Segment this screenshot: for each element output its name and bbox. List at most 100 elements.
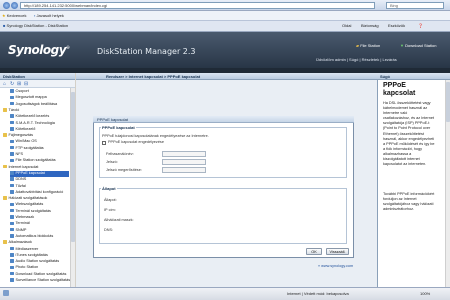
synology-website-link[interactable]: » www.synology.com — [318, 264, 353, 268]
tree-item[interactable]: SNMP — [10, 228, 69, 234]
tree-folder[interactable]: Tároló — [3, 108, 69, 114]
ip-label: IP cím: — [104, 208, 116, 212]
user-links[interactable]: Üdvözlöm admin | Súgó | Részletek | Lezá… — [316, 57, 397, 62]
tree-folder[interactable]: Internet kapcsolat — [3, 165, 69, 171]
tree-item-label: Internet kapcsolat — [8, 164, 39, 169]
reset-button[interactable]: Visszaáll. — [326, 248, 349, 255]
tree-item[interactable]: NFS — [10, 152, 69, 158]
dns-label: DNS: — [104, 228, 114, 232]
status-bar — [0, 287, 450, 300]
tree-item[interactable]: Webmaszk — [10, 215, 69, 221]
tree-item[interactable]: Jogosultságok beállítása — [10, 102, 69, 108]
tree-item-label: Hálózati szolgáltatások — [8, 196, 48, 201]
tree-item[interactable]: PPPoE kapcsolat — [10, 170, 69, 177]
tree-item-label: Webszolgáltatás — [15, 202, 44, 207]
help-menu-icon[interactable]: ❓ — [418, 22, 423, 30]
settings-page-icon — [10, 265, 14, 270]
settings-page-icon — [10, 127, 14, 131]
zoom-level[interactable]: 100% — [420, 291, 430, 296]
tree-item[interactable]: iTunes szolgáltatás — [10, 253, 69, 259]
settings-page-icon — [10, 101, 14, 106]
suggested-sites-label: Javasolt helyek — [36, 13, 64, 18]
tree-item[interactable]: FTP szolgáltatás — [10, 146, 69, 152]
tree-item[interactable]: Win/Mac OS — [10, 139, 69, 145]
favorites-button[interactable]: ★ Kedvencek — [2, 12, 27, 20]
tree-item[interactable]: S.M.A.R.T. Technológia — [10, 121, 69, 127]
subnet-mask-label: Alhálózati maszk: — [104, 218, 134, 222]
tree-item[interactable]: Download Station szolgáltatás — [10, 272, 69, 278]
home-icon[interactable]: ⌂ — [3, 81, 6, 87]
ok-button[interactable]: OK — [306, 248, 322, 255]
refresh-icon[interactable]: ↻ — [10, 81, 14, 87]
tree-folder[interactable]: Hálózati szolgáltatások — [3, 196, 69, 202]
navigation-title: DiskStation — [0, 73, 75, 80]
settings-page-icon — [10, 271, 14, 276]
tree-item[interactable]: Adattovábbítási konfiguráció — [10, 190, 69, 196]
tree-item[interactable]: Photo Station — [10, 265, 69, 271]
favorites-label: Kedvencek — [6, 13, 27, 18]
synology-favicon: ■ — [3, 23, 6, 28]
tree-item[interactable]: Audio Station szolgáltatás — [10, 259, 69, 265]
tree-item-label: Terminál — [15, 221, 30, 226]
settings-page-icon — [10, 234, 14, 238]
tree-item[interactable]: Kötetkezelő — [10, 127, 69, 133]
tree-folder[interactable]: Alkalmazások — [3, 240, 69, 246]
tree-item[interactable]: File Station szolgáltatás — [10, 158, 69, 164]
settings-page-icon — [10, 183, 14, 188]
tree-item[interactable]: DDNS — [10, 177, 69, 183]
tree-folder[interactable]: Fájlmegosztás — [3, 133, 69, 139]
tree-item-label: Terminál szolgáltatás — [15, 208, 51, 213]
folder-icon — [3, 196, 7, 200]
tree-item-label: Fájlmegosztás — [8, 133, 33, 138]
help-scroll-thumb[interactable] — [445, 82, 450, 122]
tree-item[interactable]: Kötetkezelő kezelés — [10, 114, 69, 120]
tree-item[interactable]: Tűzfal — [10, 184, 69, 190]
confirm-password-field[interactable] — [162, 167, 206, 173]
tree-item-label: Audio Station szolgáltatás — [15, 259, 60, 264]
tree-item[interactable]: Terminál — [10, 221, 69, 227]
file-station-link[interactable]: ▰ File Station — [356, 43, 380, 48]
settings-page-icon — [10, 253, 14, 257]
confirm-password-label: Jelszó megerősítése: — [106, 168, 142, 172]
status-zone-text: Internet | Védett mód: bekapcsolva — [287, 291, 349, 296]
folder-icon: ▰ — [356, 43, 360, 48]
tree-item-label: PPPoE kapcsolat — [15, 170, 45, 175]
forward-icon[interactable] — [11, 2, 18, 9]
settings-page-icon — [10, 278, 14, 282]
browser-tab[interactable]: ■ Synology DiskStation - DiskStation — [3, 22, 68, 30]
username-label: Felhasználónév: — [106, 152, 134, 156]
download-station-link[interactable]: ▼ Download Station — [400, 43, 436, 48]
tree-item-label: Tűzfal — [15, 183, 26, 188]
expand-icon[interactable]: ⊞ — [17, 81, 21, 87]
tree-item[interactable]: Webszolgáltatás — [10, 202, 69, 208]
tree-item-label: Kötetkezelő — [15, 126, 36, 131]
url-input[interactable]: http://189.254.141.232:5000/webman/index… — [20, 2, 375, 9]
pppoe-description: PPPoE tulajdonosi kapcsolatának engedély… — [102, 134, 209, 138]
tree-item[interactable]: Automatikus blokkolás — [10, 234, 69, 240]
tree-item-label: Csoport — [15, 89, 29, 93]
suggested-sites-link[interactable]: ▪ Javasolt helyek — [34, 12, 64, 20]
search-input[interactable]: Bing — [386, 2, 444, 9]
settings-page-icon — [10, 158, 14, 163]
settings-page-icon — [10, 89, 14, 93]
tree-item[interactable]: Csoport — [10, 89, 69, 95]
page-menu[interactable]: Oldal — [342, 22, 351, 30]
settings-page-icon — [10, 171, 14, 175]
tree-item-label: DDNS — [15, 177, 27, 182]
download-station-label: Download Station — [405, 43, 437, 48]
collapse-icon[interactable]: ⊟ — [24, 81, 28, 87]
navigation-scroll-thumb[interactable] — [70, 92, 75, 242]
back-icon[interactable] — [3, 2, 10, 9]
tree-item-label: Win/Mac OS — [15, 139, 37, 144]
enable-pppoe-checkbox[interactable] — [102, 140, 106, 145]
username-field[interactable] — [162, 151, 206, 157]
tree-item[interactable]: Megosztott mappa — [10, 95, 69, 101]
password-field[interactable] — [162, 159, 206, 165]
safety-menu[interactable]: Biztonság — [361, 22, 379, 30]
tree-item[interactable]: Terminál szolgáltatás — [10, 209, 69, 215]
file-station-label: File Station — [360, 43, 381, 48]
enable-pppoe-label[interactable]: PPPoE kapcsolat engedélyezése — [108, 140, 164, 144]
tools-menu[interactable]: Eszközök — [388, 22, 405, 30]
tree-item[interactable]: Surveillance Station szolgáltatás — [10, 278, 70, 284]
tree-item[interactable]: Médiaszerver — [10, 247, 69, 253]
